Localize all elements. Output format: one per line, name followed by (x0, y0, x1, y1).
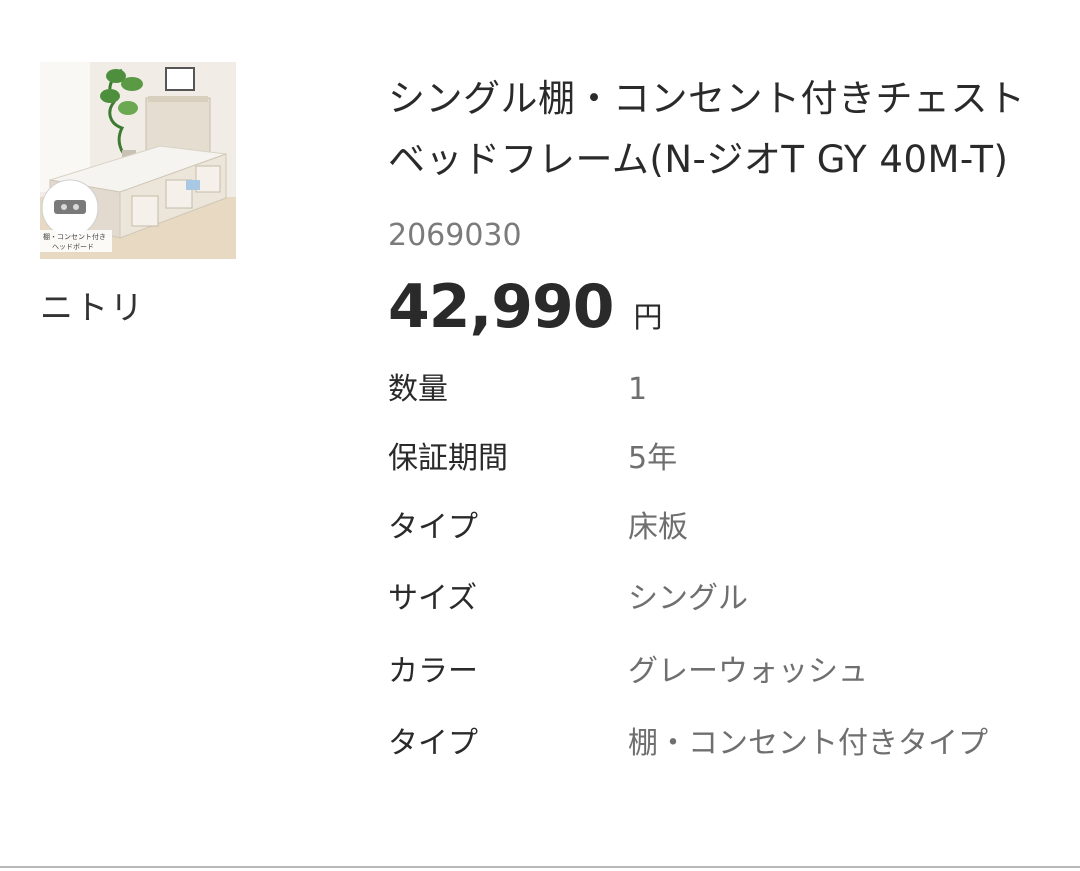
product-details: シングル棚・コンセント付きチェストベッドフレーム(N-ジオT GY 40M-T)… (388, 68, 1048, 780)
price-currency: 円 (633, 300, 663, 334)
spec-label: 数量 (388, 372, 448, 407)
spec-row-type-2: タイプ 棚・コンセント付きタイプ (388, 708, 1048, 780)
price-value: 42,990 (388, 272, 615, 342)
spec-value: 床板 (628, 510, 688, 545)
spec-value: グレーウォッシュ (628, 654, 868, 689)
order-item-card: 棚・コンセント付き ヘッドボード ニトリ シングル棚・コンセント付きチェストベッ… (0, 0, 1080, 871)
spec-row-color: カラー グレーウォッシュ (388, 636, 1048, 708)
spec-value: 5年 (628, 441, 678, 476)
spec-label: サイズ (388, 581, 478, 616)
product-code: 2069030 (388, 218, 522, 253)
spec-row-size: サイズ シングル (388, 562, 1048, 636)
spec-label: カラー (388, 654, 478, 689)
spec-label: 保証期間 (388, 441, 508, 476)
product-image[interactable]: 棚・コンセント付き ヘッドボード (40, 62, 236, 259)
divider (0, 866, 1080, 868)
svg-text:棚・コンセント付き: 棚・コンセント付き (43, 232, 106, 241)
spec-list: 数量 1 保証期間 5年 タイプ 床板 サイズ シングル カラー グレーウォッシ… (388, 356, 1048, 780)
spec-value: シングル (628, 581, 748, 616)
brand-name: ニトリ (40, 288, 145, 327)
spec-value: 棚・コンセント付きタイプ (628, 726, 988, 761)
spec-value: 1 (628, 372, 648, 407)
svg-text:ヘッドボード: ヘッドボード (52, 243, 94, 251)
product-title[interactable]: シングル棚・コンセント付きチェストベッドフレーム(N-ジオT GY 40M-T) (388, 68, 1048, 190)
spec-row-warranty: 保証期間 5年 (388, 424, 1048, 494)
spec-label: タイプ (388, 510, 478, 545)
spec-row-type: タイプ 床板 (388, 494, 1048, 562)
spec-label: タイプ (388, 726, 478, 761)
price: 42,990 円 (388, 272, 1048, 342)
spec-row-quantity: 数量 1 (388, 356, 1048, 424)
bed-photo-illustration: 棚・コンセント付き ヘッドボード (40, 62, 236, 259)
